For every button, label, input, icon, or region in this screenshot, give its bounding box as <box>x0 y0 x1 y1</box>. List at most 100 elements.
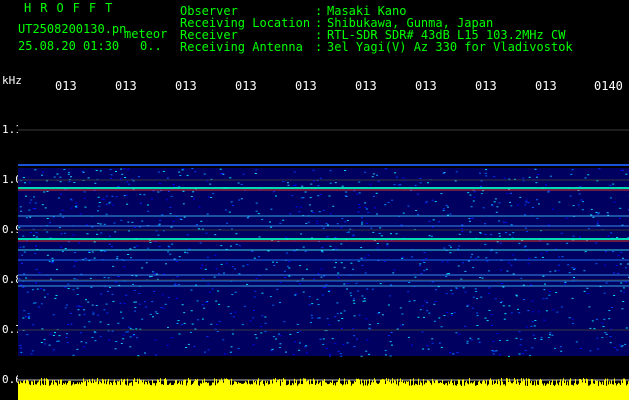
noise-speck <box>462 262 465 264</box>
noise-floor-bar <box>291 385 292 400</box>
noise-floor-bar <box>562 380 563 400</box>
noise-speck <box>152 271 154 273</box>
noise-speck <box>157 191 160 193</box>
noise-speck <box>18 278 21 280</box>
noise-floor-bar <box>466 380 467 400</box>
noise-floor-bar <box>587 379 588 400</box>
noise-floor-bar <box>50 384 51 400</box>
noise-speck <box>99 335 102 337</box>
noise-floor-bar <box>619 383 620 400</box>
noise-floor-bar <box>593 383 594 400</box>
noise-speck <box>591 320 594 322</box>
noise-speck <box>41 174 43 176</box>
noise-floor-bar <box>32 381 33 400</box>
noise-floor-bar <box>552 379 553 400</box>
noise-speck <box>364 300 367 302</box>
noise-speck <box>342 343 345 345</box>
noise-floor-bar <box>515 380 516 400</box>
noise-floor-bar <box>317 380 318 400</box>
noise-floor-bar <box>594 383 595 400</box>
noise-speck <box>431 199 434 201</box>
noise-floor-bar <box>150 385 151 400</box>
noise-speck <box>423 262 426 263</box>
noise-floor-bar <box>491 380 492 400</box>
noise-floor-bar <box>234 381 235 400</box>
noise-speck <box>309 197 312 199</box>
noise-speck <box>613 272 616 274</box>
noise-floor-bar <box>183 380 184 400</box>
noise-floor-bar <box>505 385 506 400</box>
noise-speck <box>172 184 175 185</box>
noise-floor-bar <box>354 381 355 400</box>
noise-speck <box>392 272 395 274</box>
noise-speck <box>450 315 453 316</box>
noise-speck <box>524 227 527 229</box>
noise-speck <box>469 231 472 233</box>
noise-speck <box>58 335 61 337</box>
noise-speck <box>196 300 199 302</box>
noise-speck <box>621 345 624 347</box>
noise-floor-bar <box>218 382 219 400</box>
noise-speck <box>545 310 548 312</box>
noise-speck <box>382 314 384 316</box>
noise-speck <box>578 193 581 195</box>
noise-floor-bar <box>427 380 428 400</box>
noise-speck <box>423 316 425 318</box>
noise-speck <box>399 325 402 327</box>
noise-speck <box>273 191 276 193</box>
noise-speck <box>253 296 256 298</box>
noise-floor-bar <box>119 380 120 400</box>
noise-speck <box>466 340 469 342</box>
noise-speck <box>460 228 463 230</box>
noise-speck <box>625 281 628 283</box>
noise-speck <box>390 284 393 286</box>
noise-speck <box>530 325 533 327</box>
noise-speck <box>83 346 86 348</box>
noise-speck <box>510 224 513 226</box>
noise-speck <box>364 171 367 173</box>
noise-floor-bar <box>546 384 547 400</box>
noise-speck <box>365 350 368 352</box>
noise-speck <box>402 324 404 326</box>
noise-speck <box>364 206 367 208</box>
noise-speck <box>111 330 114 332</box>
noise-speck <box>498 235 501 237</box>
noise-speck <box>242 265 245 267</box>
noise-speck <box>558 256 561 258</box>
noise-speck <box>255 337 258 339</box>
noise-speck <box>20 347 22 349</box>
noise-speck <box>508 262 511 264</box>
noise-floor-bar <box>528 378 529 400</box>
noise-speck <box>526 231 529 233</box>
noise-speck <box>573 268 576 270</box>
noise-speck <box>533 325 536 327</box>
noise-speck <box>282 181 285 182</box>
noise-speck <box>135 275 138 277</box>
noise-floor-bar <box>442 380 443 400</box>
noise-speck <box>464 291 467 293</box>
noise-floor-bar <box>187 382 188 400</box>
noise-floor-bar <box>237 383 238 400</box>
noise-speck <box>273 265 276 266</box>
noise-speck <box>199 242 202 244</box>
noise-floor-bar <box>329 383 330 400</box>
noise-speck <box>605 282 608 284</box>
noise-speck <box>254 290 257 292</box>
noise-speck <box>70 176 72 178</box>
noise-speck <box>340 262 343 264</box>
noise-speck <box>176 322 179 324</box>
noise-speck <box>80 341 83 343</box>
noise-floor-bar <box>353 383 354 400</box>
noise-speck <box>93 257 96 259</box>
noise-floor-bar <box>247 384 248 400</box>
noise-speck <box>293 171 296 173</box>
noise-speck <box>410 256 413 258</box>
noise-speck <box>188 248 191 250</box>
noise-speck <box>133 246 136 248</box>
noise-speck <box>556 311 559 313</box>
noise-floor-bar <box>126 385 127 400</box>
noise-speck <box>133 334 136 336</box>
info-separator: : <box>315 40 323 54</box>
noise-speck <box>334 316 337 318</box>
noise-floor-bar <box>521 378 522 400</box>
